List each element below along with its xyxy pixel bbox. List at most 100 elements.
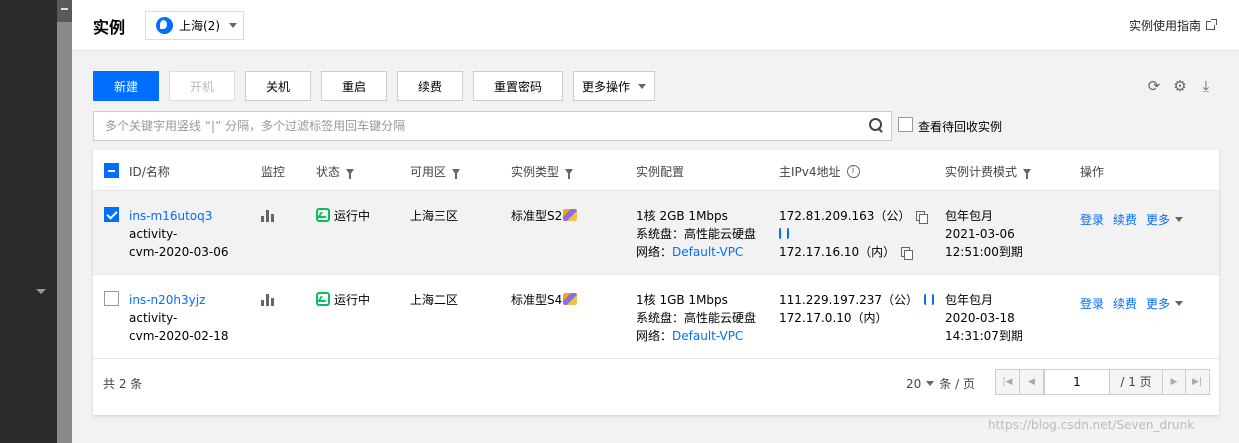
caret-down-icon[interactable] xyxy=(1175,217,1184,222)
header-zone[interactable]: 可用区 xyxy=(410,163,461,180)
row-checkbox[interactable] xyxy=(104,291,119,306)
expire-time: 14:31:07到期 xyxy=(945,329,1023,343)
header-ipv4: 主IPv4地址 i xyxy=(779,163,860,180)
search-box xyxy=(93,111,892,141)
info-icon[interactable]: i xyxy=(846,165,860,178)
ipv4-cell: 111.229.197.237（公） 172.17.0.10（内） xyxy=(779,291,935,327)
status-cell: 运行中 xyxy=(316,207,370,225)
guide-link[interactable]: 实例使用指南 xyxy=(1129,17,1217,34)
bind-eip-icon[interactable] xyxy=(779,228,789,239)
header-billing[interactable]: 实例计费模式 xyxy=(945,163,1032,180)
chevron-down-icon[interactable] xyxy=(36,289,46,294)
public-ip: 172.81.209.163（公） xyxy=(779,209,911,223)
running-status-icon xyxy=(316,292,330,306)
config-disk: 系统盘：高性能云硬盘 xyxy=(636,311,757,325)
prev-page-button[interactable]: ◀ xyxy=(1020,370,1044,394)
instance-type-badge-icon xyxy=(563,209,578,221)
network-link[interactable]: Default-VPC xyxy=(672,245,743,259)
globe-icon xyxy=(156,17,173,34)
renew-link[interactable]: 续费 xyxy=(1113,211,1137,228)
type-text: 标准型S2 xyxy=(511,209,563,223)
region-label: 上海(2) xyxy=(179,19,220,33)
ipv4-cell: 172.81.209.163（公） 172.17.16.10（内） xyxy=(779,207,929,261)
page-number-input[interactable]: 1 xyxy=(1044,370,1110,394)
more-link[interactable]: 更多 xyxy=(1146,295,1170,312)
login-link[interactable]: 登录 xyxy=(1080,211,1104,228)
login-link[interactable]: 登录 xyxy=(1080,295,1104,312)
instance-id-name: ins-m16utoq3 activity- cvm-2020-03-06 xyxy=(129,207,228,261)
table-row: ins-n20h3yjz activity- cvm-2020-02-18 运行… xyxy=(93,275,1219,359)
caret-down-icon[interactable] xyxy=(1175,301,1184,306)
new-button[interactable]: 新建 xyxy=(93,71,159,101)
config-spec: 1核 1GB 1Mbps xyxy=(636,293,728,307)
filter-icon[interactable] xyxy=(1023,168,1032,179)
billing-mode: 包年包月 xyxy=(945,209,994,223)
header-config: 实例配置 xyxy=(636,165,685,179)
renew-link[interactable]: 续费 xyxy=(1113,295,1137,312)
billing-mode: 包年包月 xyxy=(945,293,994,307)
filter-icon[interactable] xyxy=(346,168,355,179)
row-ops: 登录 续费 更多 xyxy=(1080,211,1184,228)
zone-cell: 上海三区 xyxy=(410,209,459,223)
header-id-name: ID/名称 xyxy=(129,165,170,179)
instance-name-line1: activity- xyxy=(129,227,178,241)
renew-button[interactable]: 续费 xyxy=(397,71,463,101)
config-network: 网络：Default-VPC xyxy=(636,245,744,259)
private-ip: 172.17.16.10（内） xyxy=(779,245,896,259)
gear-icon[interactable]: ⚙ xyxy=(1172,78,1188,94)
external-link-icon xyxy=(1206,19,1217,30)
more-link[interactable]: 更多 xyxy=(1146,211,1170,228)
sidebar-collapse-strip[interactable] xyxy=(57,0,72,443)
recycle-checkbox[interactable] xyxy=(898,117,913,132)
reset-password-button[interactable]: 重置密码 xyxy=(473,71,563,101)
restart-button[interactable]: 重启 xyxy=(321,71,387,101)
monitor-chart-icon[interactable] xyxy=(261,294,275,306)
instance-id-link[interactable]: ins-m16utoq3 xyxy=(129,207,228,225)
instance-type-badge-icon xyxy=(563,293,578,305)
instance-name-line2: cvm-2020-02-18 xyxy=(129,329,229,343)
first-page-button[interactable]: |◀ xyxy=(996,370,1020,394)
start-button[interactable]: 开机 xyxy=(169,71,235,101)
header-type[interactable]: 实例类型 xyxy=(511,163,574,180)
filter-icon[interactable] xyxy=(452,168,461,179)
copy-icon[interactable] xyxy=(901,247,914,260)
more-actions-label: 更多操作 xyxy=(581,79,630,94)
config-cell: 1核 1GB 1Mbps 系统盘：高性能云硬盘 网络：Default-VPC xyxy=(636,291,756,345)
last-page-button[interactable]: ▶| xyxy=(1185,370,1209,394)
shutdown-button[interactable]: 关机 xyxy=(245,71,311,101)
zone-cell: 上海二区 xyxy=(410,293,459,307)
monitor-chart-icon[interactable] xyxy=(261,210,275,222)
page-size-select[interactable]: 20 条 / 页 xyxy=(906,375,975,392)
select-all-checkbox[interactable] xyxy=(104,163,119,178)
config-disk: 系统盘：高性能云硬盘 xyxy=(636,227,757,241)
search-icon[interactable] xyxy=(869,118,884,133)
billing-cell: 包年包月 2021-03-06 12:51:00到期 xyxy=(945,207,1023,261)
total-pages: / 1 页 xyxy=(1120,375,1152,389)
header-monitor: 监控 xyxy=(261,165,286,179)
private-ip: 172.17.0.10（内） xyxy=(779,311,888,325)
next-page-button[interactable]: ▶ xyxy=(1162,370,1186,394)
total-count: 共 2 条 xyxy=(103,377,143,391)
sidebar-toggle[interactable] xyxy=(57,0,72,22)
refresh-icon[interactable]: ⟳ xyxy=(1146,78,1162,94)
header-status[interactable]: 状态 xyxy=(316,163,355,180)
bind-eip-icon[interactable] xyxy=(924,294,935,305)
type-cell: 标准型S4 xyxy=(511,291,578,309)
row-checkbox[interactable] xyxy=(104,207,119,222)
page-header: 实例 上海(2) 实例使用指南 xyxy=(72,0,1239,51)
network-link[interactable]: Default-VPC xyxy=(672,329,743,343)
search-input[interactable] xyxy=(94,112,864,140)
instance-id-name: ins-n20h3yjz activity- cvm-2020-02-18 xyxy=(129,291,228,345)
filter-icon[interactable] xyxy=(565,168,574,179)
more-actions-button[interactable]: 更多操作 xyxy=(573,71,655,101)
page-title: 实例 xyxy=(93,18,126,37)
instance-table: ID/名称 监控 状态 可用区 实例类型 实例配置 主IPv4地址 i 实例计费模… xyxy=(93,150,1219,415)
watermark: https://blog.csdn.net/Seven_drunk xyxy=(988,418,1195,432)
copy-icon[interactable] xyxy=(916,211,929,224)
header-ops: 操作 xyxy=(1080,165,1105,179)
page-size-value: 20 xyxy=(906,376,922,391)
instance-name-line2: cvm-2020-03-06 xyxy=(129,245,229,259)
region-select[interactable]: 上海(2) xyxy=(145,11,244,40)
instance-id-link[interactable]: ins-n20h3yjz xyxy=(129,291,228,309)
download-icon[interactable]: ⤓ xyxy=(1198,78,1214,94)
